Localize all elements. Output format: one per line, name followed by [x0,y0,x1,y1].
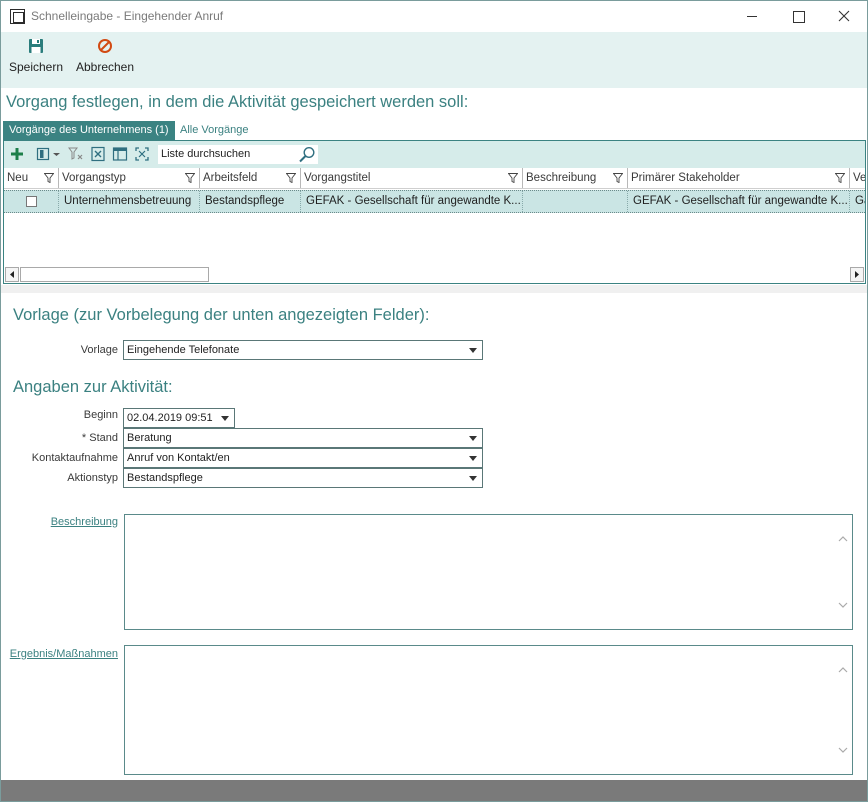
ergebnis-link[interactable]: Ergebnis/Maßnahmen [9,648,118,660]
column-header-label: Arbeitsfeld [203,172,258,184]
kontakt-value: Anruf von Kontakt/en [127,452,230,464]
column-header-label: Neu [7,172,29,184]
scroll-down-icon[interactable] [838,601,848,609]
template-label: Vorlage [80,344,118,356]
cell-neu[interactable] [4,191,59,212]
cancel-icon [98,39,112,53]
template-heading: Vorlage (zur Vorbelegung der unten angez… [13,306,430,324]
column-header-ve[interactable]: Ve [850,168,865,188]
close-button[interactable] [821,1,867,32]
new-checkbox[interactable] [26,196,37,207]
cell-arbeitsfeld: Bestandspflege [200,191,301,212]
scroll-up-icon[interactable] [838,535,848,543]
cell-vorgangstitel: GEFAK - Gesellschaft für angewandte K... [301,191,523,212]
beginn-label: Beginn [83,409,118,421]
add-icon[interactable] [9,146,25,162]
filter-icon[interactable] [44,173,54,183]
cell-ve: Ga [855,195,865,207]
filter-icon[interactable] [613,173,623,183]
filter-icon[interactable] [286,173,296,183]
aktionstyp-select[interactable]: Bestandspflege [123,468,483,488]
cell-beschreibung [523,191,628,212]
column-header-label: Ve [853,172,865,184]
kontakt-select[interactable]: Anruf von Kontakt/en [123,448,483,468]
excel-export-icon[interactable] [90,146,106,162]
column-header-label: Vorgangstitel [304,172,371,184]
search-icon[interactable] [298,146,316,163]
grid-search-input[interactable]: Liste durchsuchen [158,145,318,164]
template-select[interactable]: Eingehende Telefonate [123,340,483,360]
filter-icon[interactable] [508,173,518,183]
cancel-label: Abbrechen [75,60,135,74]
column-header-label: Beschreibung [526,172,597,184]
scroll-thumb[interactable] [20,267,209,282]
cell-stakeholder: GEFAK - Gesellschaft für angewandte K... [628,191,850,212]
save-button[interactable]: Speichern [7,36,65,82]
chevron-down-icon [469,436,477,441]
kontakt-label: Kontaktaufnahme [31,452,118,464]
chevron-down-icon [469,456,477,461]
beginn-value: 02.04.2019 09:51 [127,412,213,424]
template-value: Eingehende Telefonate [127,344,240,356]
grid-search-placeholder: Liste durchsuchen [161,148,251,160]
quick-entry-window: Schnelleingabe - Eingehender Anruf Speic… [0,0,868,802]
beginn-date-picker[interactable]: 02.04.2019 09:51 [123,408,235,428]
ergebnis-textarea[interactable] [124,645,853,775]
cancel-button[interactable]: Abbrechen [73,36,137,82]
minimize-button[interactable] [729,1,775,32]
filter-icon[interactable] [185,173,195,183]
window-title: Schnelleingabe - Eingehender Anruf [31,9,224,23]
main-toolbar: Speichern Abbrechen [1,32,867,88]
filter-icon[interactable] [835,173,845,183]
scroll-down-icon[interactable] [838,746,848,754]
layout-icon[interactable] [112,146,128,162]
tab-all-processes[interactable]: Alle Vorgänge [180,121,249,140]
clear-filter-icon[interactable] [68,146,84,162]
scroll-right-button[interactable] [850,267,864,282]
column-header-label: Primärer Stakeholder [631,172,740,184]
activity-heading: Angaben zur Aktivität: [13,378,173,396]
column-header-beschreibung[interactable]: Beschreibung [523,168,628,188]
process-grid: Liste durchsuchen Neu Vorgangstyp Arbeit… [3,140,866,284]
scroll-left-button[interactable] [5,267,19,282]
status-bar [1,780,867,801]
title-bar: Schnelleingabe - Eingehender Anruf [1,1,867,32]
chevron-down-icon [469,348,477,353]
process-heading: Vorgang festlegen, in dem die Aktivität … [6,93,469,111]
stand-value: Beratung [127,432,172,444]
cell-vorgangstyp: Unternehmensbetreuung [59,191,200,212]
column-header-arbeitsfeld[interactable]: Arbeitsfeld [200,168,301,188]
column-header-vorgangstyp[interactable]: Vorgangstyp [59,168,200,188]
table-row[interactable]: Unternehmensbetreuung Bestandspflege GEF… [4,190,865,213]
column-header-neu[interactable]: Neu [4,168,59,188]
stand-label: * Stand [81,432,118,444]
chevron-down-icon[interactable] [52,146,61,162]
fit-icon[interactable] [134,146,150,162]
app-window-icon [10,9,25,24]
save-icon [29,39,43,53]
section-separator [1,285,867,293]
aktionstyp-label: Aktionstyp [67,472,118,484]
save-label: Speichern [8,60,64,74]
scroll-up-icon[interactable] [838,666,848,674]
columns-icon[interactable] [36,146,52,162]
stand-select[interactable]: Beratung [123,428,483,448]
tab-company-processes[interactable]: Vorgänge des Unternehmens (1) [3,121,175,140]
column-header-label: Vorgangstyp [62,172,126,184]
close-icon [838,10,850,22]
chevron-down-icon [221,416,229,421]
maximize-button[interactable] [775,1,821,32]
grid-horizontal-scrollbar[interactable] [4,266,865,283]
beschreibung-link[interactable]: Beschreibung [21,516,118,528]
chevron-down-icon [469,476,477,481]
grid-header: Neu Vorgangstyp Arbeitsfeld Vorgangstite… [4,168,865,189]
aktionstyp-value: Bestandspflege [127,472,203,484]
arrow-left-icon [10,271,14,278]
column-header-vorgangstitel[interactable]: Vorgangstitel [301,168,523,188]
arrow-right-icon [855,271,859,278]
grid-toolbar: Liste durchsuchen [4,141,865,168]
column-header-stakeholder[interactable]: Primärer Stakeholder [628,168,850,188]
beschreibung-textarea[interactable] [124,514,853,630]
